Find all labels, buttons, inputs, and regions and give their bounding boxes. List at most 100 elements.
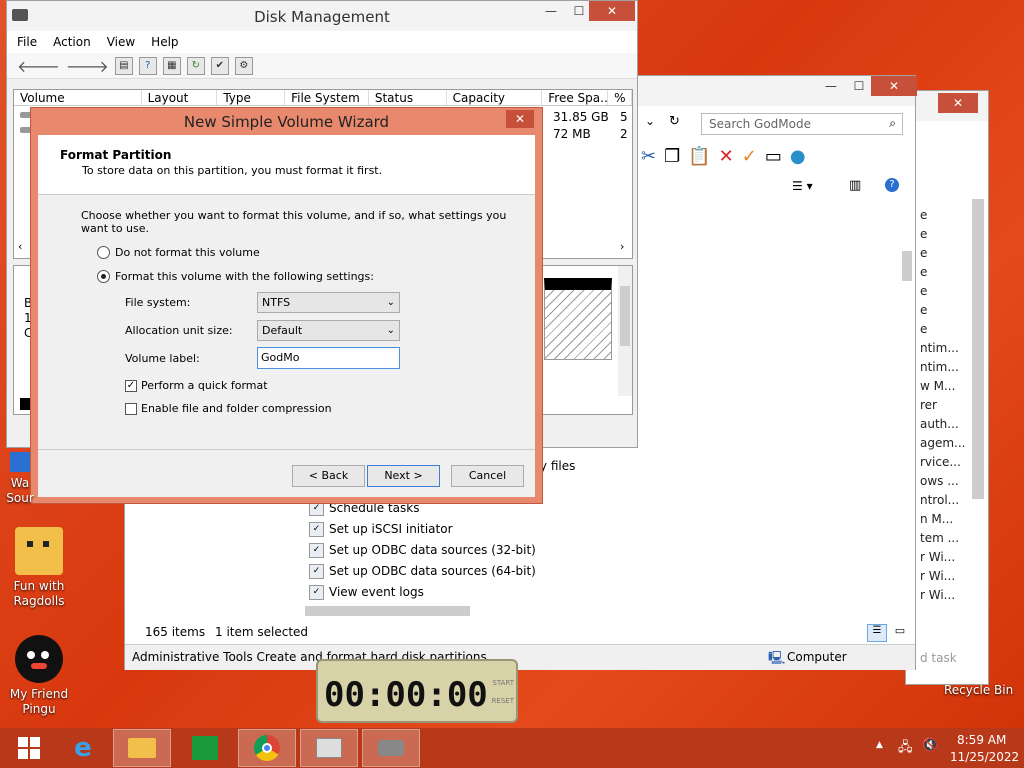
explorer-close-button[interactable]: ✕ [871,76,917,96]
task-list-item[interactable]: ✓ View event logs [309,582,536,603]
address-dropdown-icon[interactable]: ⌄ [645,114,655,128]
wizard-close-button[interactable]: ✕ [506,110,534,128]
stopwatch-widget[interactable]: 00:00:00 START RESET [316,659,518,723]
unallocated-partition[interactable] [544,278,612,360]
column-header[interactable]: Type [217,90,286,105]
paste-icon[interactable]: 📋 [688,146,710,167]
disk-map-scrollbar[interactable] [618,266,632,396]
compression-box[interactable] [125,402,137,415]
delete-icon[interactable]: ✕ [719,146,734,167]
back-window-scrollbar[interactable] [972,199,984,499]
explorer-scrollbar-horizontal[interactable] [295,604,895,618]
settings-icon[interactable]: ⚙ [234,56,253,75]
compression-checkbox[interactable]: Enable file and folder compression [125,402,332,415]
start-button[interactable] [0,729,58,767]
clock-time[interactable]: 8:59 AM [957,733,1006,747]
details-view-button[interactable]: ☰ [867,624,887,642]
partial-list-item[interactable]: ntim... [920,358,966,377]
allocation-unit-select[interactable]: Default ⌄ [257,320,400,341]
taskbar-chrome[interactable] [238,729,296,767]
volume-label-input[interactable]: GodMo [257,347,400,369]
copy-icon[interactable]: ❐ [664,146,680,167]
desktop-icon-fun-with-ragdolls[interactable]: Fun with Ragdolls [1,527,77,609]
menu-item-help[interactable]: Help [151,35,178,49]
clock-date[interactable]: 11/25/2022 [950,750,1019,764]
forward-arrow-icon[interactable]: 🡒 [66,56,109,76]
column-header[interactable]: Free Spa... [542,90,609,105]
partial-list-item[interactable]: r Wi... [920,586,966,605]
refresh-icon[interactable]: ↻ [669,114,680,129]
partial-list-item[interactable]: w M... [920,377,966,396]
large-icons-view-button[interactable]: ▭ [891,624,909,642]
new-simple-volume-wizard[interactable]: New Simple Volume Wizard ✕ Format Partit… [30,107,543,504]
partial-list-item[interactable]: e [920,244,966,263]
help-icon[interactable]: ? [885,178,899,192]
file-system-select[interactable]: NTFS ⌄ [257,292,400,313]
volume-muted-icon[interactable]: 🔇 [922,738,938,753]
partial-list-item[interactable]: e [920,225,966,244]
partial-list-item[interactable]: ntrol... [920,491,966,510]
radio-format[interactable]: Format this volume with the following se… [97,270,374,283]
next-button[interactable]: Next > [367,465,440,487]
partial-list-item[interactable]: e [920,206,966,225]
preview-pane-icon[interactable]: ▥ [849,178,861,193]
partial-list-item[interactable]: e [920,301,966,320]
back-arrow-icon[interactable]: 🡐 [17,56,60,76]
properties-icon[interactable]: ▦ [162,56,181,75]
globe-icon[interactable]: ● [790,146,806,167]
view-options-icon[interactable]: ☰ ▾ [792,179,813,193]
stopwatch-reset-button[interactable]: RESET [492,697,514,705]
search-box[interactable]: Search GodMode ⌕ [701,113,903,135]
partial-list-item[interactable]: r Wi... [920,548,966,567]
scroll-right-arrow[interactable]: › [620,240,624,253]
column-header[interactable]: Status [369,90,447,105]
stopwatch-start-button[interactable]: START [492,679,514,687]
back-button[interactable]: < Back [292,465,365,487]
cancel-button[interactable]: Cancel [451,465,524,487]
dm-close-button[interactable]: ✕ [589,1,635,21]
radio-no-format[interactable]: Do not format this volume [97,246,260,259]
partial-list-item[interactable]: e [920,320,966,339]
taskbar-file-explorer[interactable] [113,729,171,767]
scroll-left-arrow[interactable]: ‹ [18,240,22,253]
rename-icon[interactable]: ▭ [765,146,782,167]
menu-item-file[interactable]: File [17,35,37,49]
quick-format-checkbox[interactable]: ✓ Perform a quick format [125,379,268,392]
cut-icon[interactable]: ✂ [641,146,656,167]
radio-no-format-dot[interactable] [97,246,110,259]
partial-list-item[interactable]: agem... [920,434,966,453]
explorer-minimize-button[interactable]: — [817,76,845,96]
partial-list-item[interactable]: rvice... [920,453,966,472]
radio-format-dot[interactable] [97,270,110,283]
explorer-maximize-button[interactable]: ☐ [845,76,873,96]
column-header[interactable]: Volume [14,90,142,105]
dm-minimize-button[interactable]: — [537,1,565,21]
partial-list-item[interactable]: auth... [920,415,966,434]
partial-list-item[interactable]: r Wi... [920,567,966,586]
network-icon[interactable]: 🖧 [898,738,913,760]
partial-list-item[interactable]: n M... [920,510,966,529]
task-list-item[interactable]: ✓ Set up ODBC data sources (32-bit) [309,540,536,561]
menu-item-view[interactable]: View [107,35,135,49]
desktop-icon-water-sound[interactable]: Wa Sour [0,452,40,506]
list-view-icon[interactable]: ▤ [114,56,133,75]
partial-list-item[interactable]: rer [920,396,966,415]
menu-item-action[interactable]: Action [53,35,91,49]
column-header[interactable]: Capacity [447,90,543,105]
desktop-icon-my-friend-pingu[interactable]: My Friend Pingu [1,635,77,717]
checkmark-icon[interactable]: ✓ [742,146,757,167]
tray-chevron-up-icon[interactable]: ▲ [876,740,883,750]
explorer-scrollbar-vertical[interactable] [900,201,914,601]
column-header[interactable]: Layout [142,90,218,105]
partial-list-item[interactable]: e [920,282,966,301]
partial-list-item[interactable]: tem ... [920,529,966,548]
column-header[interactable]: File System [285,90,369,105]
taskbar-disk-management[interactable] [362,729,420,767]
task-list-item[interactable]: ✓ Set up iSCSI initiator [309,519,536,540]
quick-format-box[interactable]: ✓ [125,379,137,392]
help-book-icon[interactable]: ? [138,56,157,75]
taskbar-internet-explorer[interactable]: e [54,729,112,767]
back-window-close-button[interactable]: ✕ [938,93,978,113]
recycle-bin-label[interactable]: Recycle Bin [944,683,1013,697]
check-icon[interactable]: ✔ [210,56,229,75]
